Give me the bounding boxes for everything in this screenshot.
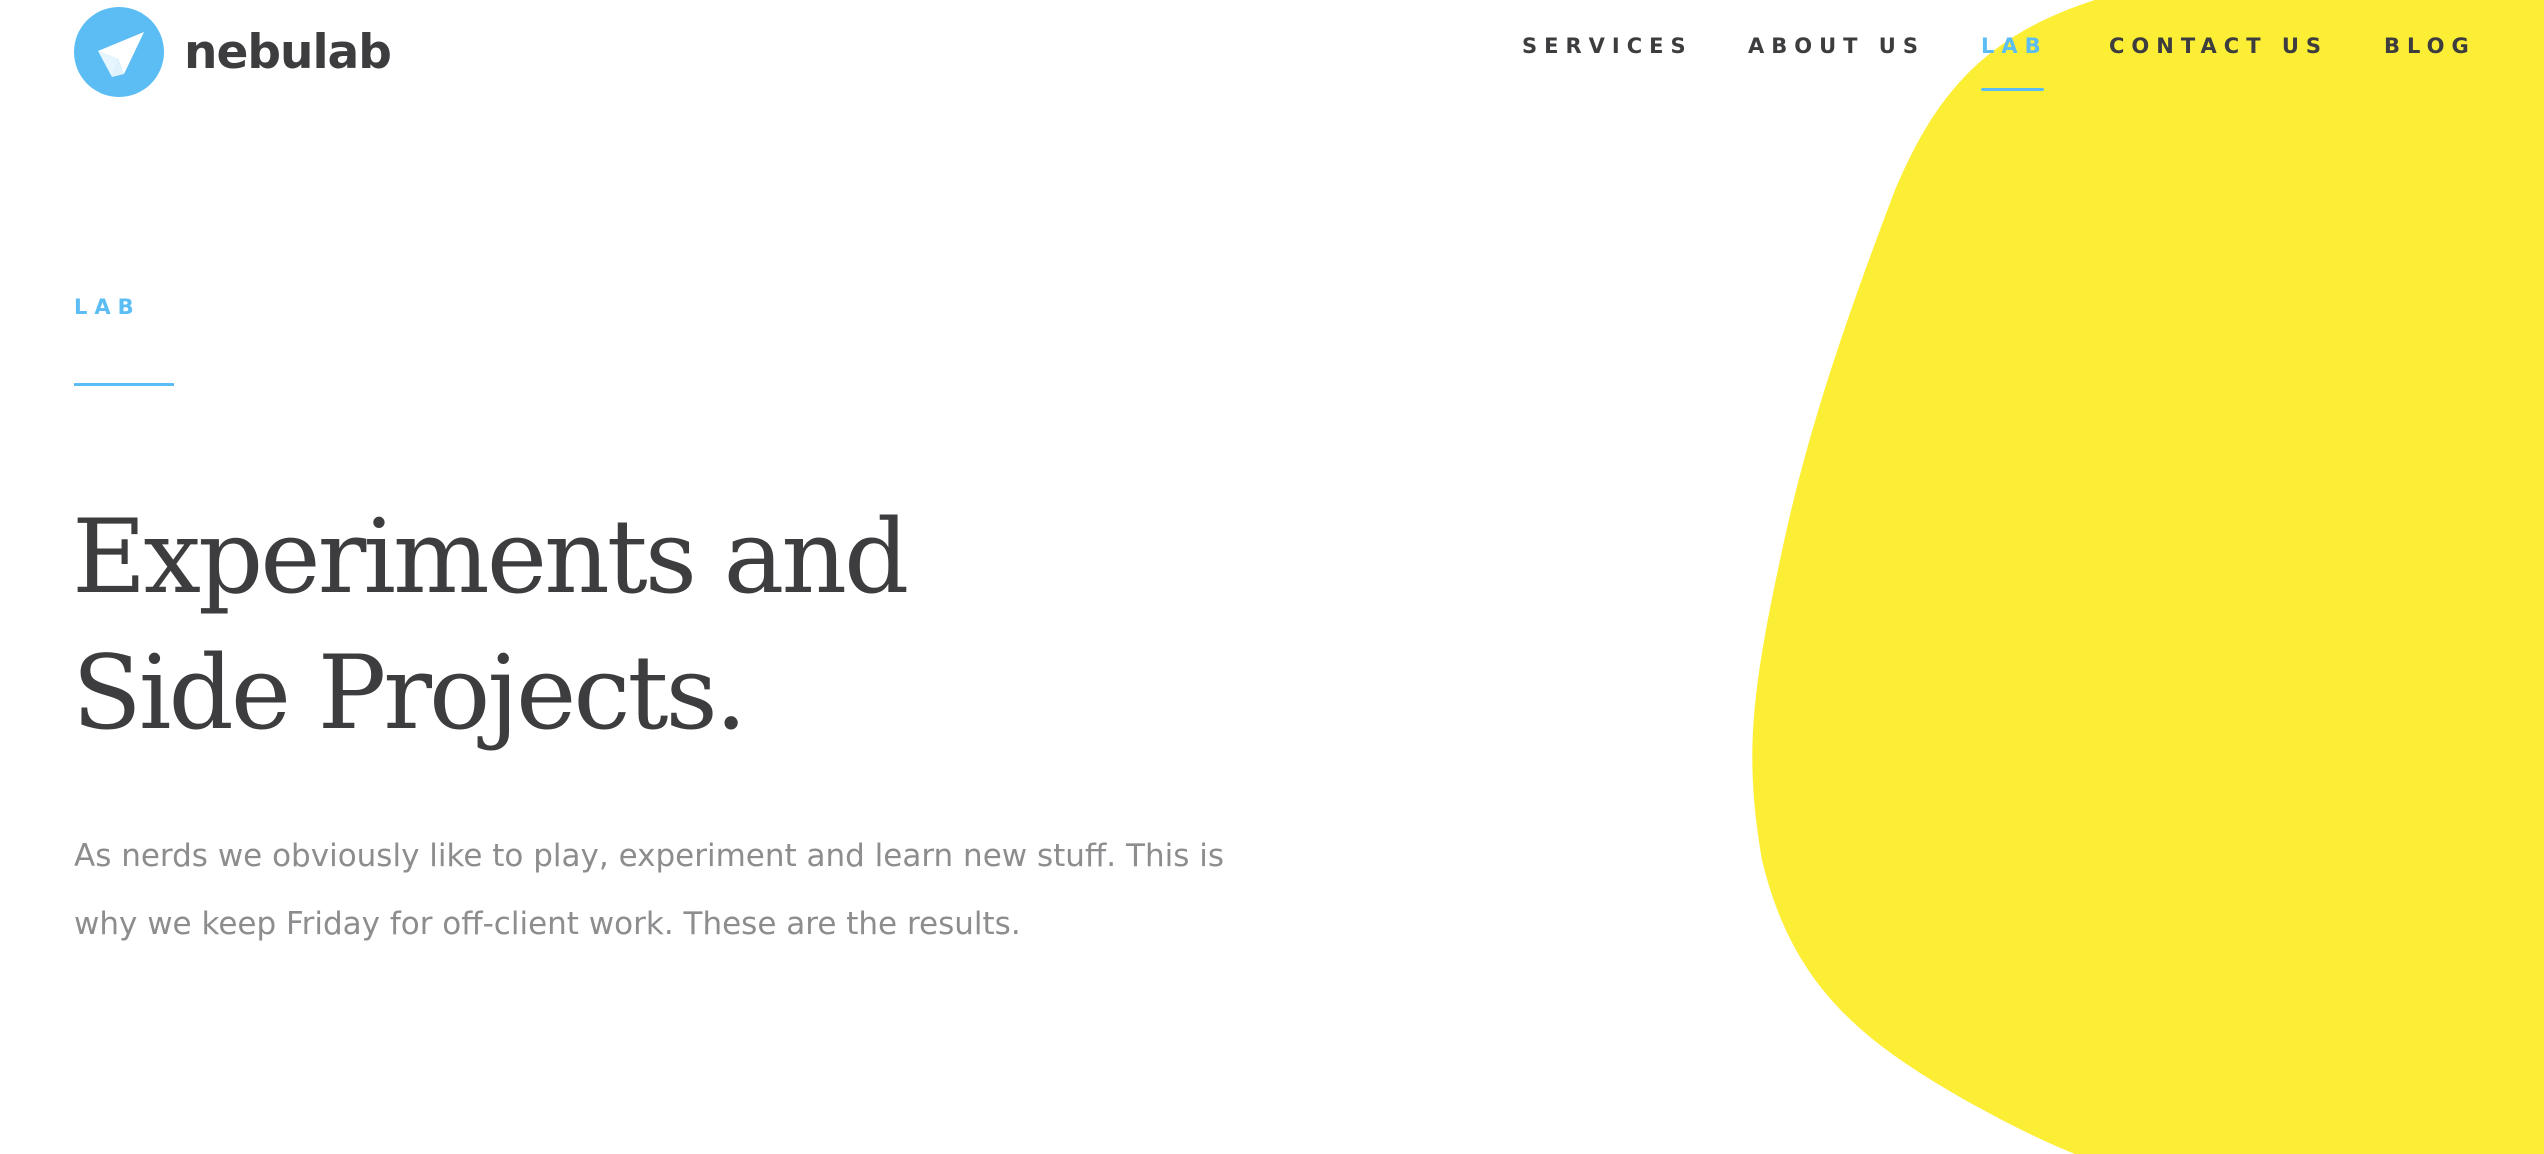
nav-item-lab[interactable]: LAB bbox=[1981, 36, 2048, 57]
nav-item-contact-us[interactable]: CONTACT US bbox=[2109, 36, 2328, 57]
nav-item-blog[interactable]: BLOG bbox=[2384, 36, 2476, 57]
nav-item-about-us[interactable]: ABOUT US bbox=[1748, 36, 1925, 57]
page-title-line-2: Side Projects. bbox=[72, 634, 747, 753]
page-title: Experiments and Side Projects. bbox=[72, 490, 909, 762]
intro-paragraph: As nerds we obviously like to play, expe… bbox=[74, 838, 1224, 942]
nav-active-underline bbox=[1981, 88, 2044, 91]
site-header: nebulab SERVICES ABOUT US LAB CONTACT US… bbox=[0, 0, 2544, 110]
section-eyebrow: LAB bbox=[74, 295, 141, 319]
page-title-line-1: Experiments and bbox=[72, 498, 909, 617]
main-nav: SERVICES ABOUT US LAB CONTACT US BLOG bbox=[0, 36, 2544, 96]
nav-item-services[interactable]: SERVICES bbox=[1522, 36, 1693, 57]
eyebrow-divider bbox=[74, 383, 174, 386]
